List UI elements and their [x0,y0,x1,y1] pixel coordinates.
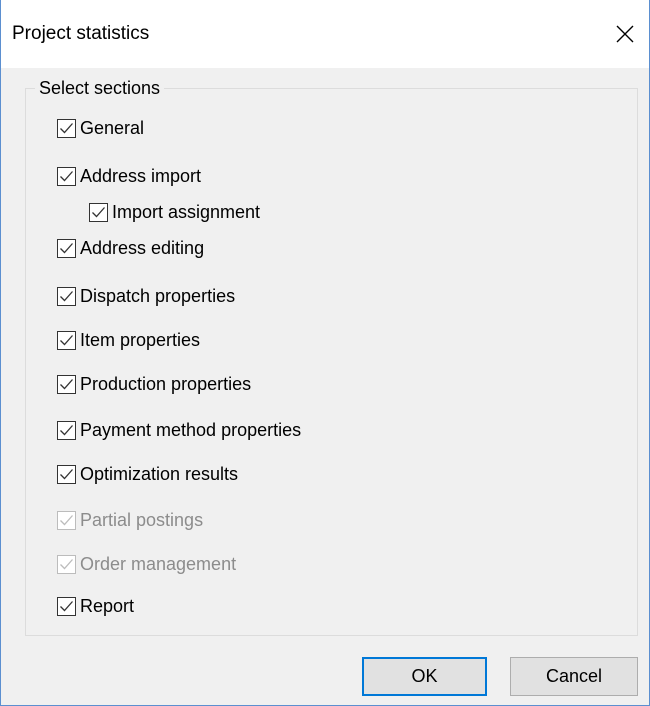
checkmark-icon [92,206,105,217]
checkbox-label: Payment method properties [80,420,302,440]
checkbox-box[interactable] [57,118,76,138]
checkbox-box[interactable] [57,238,76,258]
checkbox-box[interactable] [57,286,76,306]
checkmark-icon [60,242,73,253]
checkbox-import-assignment[interactable]: Import assignment [89,200,260,224]
ok-button[interactable]: OK [362,657,487,696]
checkbox-label: Report [80,596,135,616]
checkbox-box[interactable] [57,596,76,616]
checkmark-icon [60,122,73,133]
checkbox-label: Order management [80,554,237,574]
checkbox-address-editing[interactable]: Address editing [57,236,204,260]
close-button[interactable] [603,0,649,68]
checkbox-item-properties[interactable]: Item properties [57,328,200,352]
checkbox-label: Optimization results [80,464,239,484]
checkbox-label: Import assignment [112,202,261,222]
checkbox-box[interactable] [57,374,76,394]
checkmark-icon [60,558,73,569]
checkmark-icon [60,290,73,301]
checkbox-label: Address editing [80,238,205,258]
checkbox-report[interactable]: Report [57,594,134,618]
group-label: Select sections [35,76,165,100]
checkmark-icon [60,378,73,389]
checkbox-production-properties[interactable]: Production properties [57,372,251,396]
checkmark-icon [60,334,73,345]
checkbox-box[interactable] [57,420,76,440]
dialog-title: Project statistics [12,23,150,44]
checkbox-label: Production properties [80,374,252,394]
cancel-button[interactable]: Cancel [510,657,638,696]
checkmark-icon [60,600,73,611]
project-statistics-dialog: Project statistics Select sections Gener… [0,0,650,706]
checkbox-label: Partial postings [80,510,204,530]
checkbox-optimization-results[interactable]: Optimization results [57,462,238,486]
checkmark-icon [60,424,73,435]
checkbox-box[interactable] [57,464,76,484]
checkbox-label: Dispatch properties [80,286,236,306]
close-icon [616,25,634,43]
checkbox-general[interactable]: General [57,116,144,140]
checkbox-order-management: Order management [57,552,236,576]
checkbox-payment-method-properties[interactable]: Payment method properties [57,418,301,442]
checkbox-partial-postings: Partial postings [57,508,203,532]
checkbox-box[interactable] [57,166,76,186]
checkbox-address-import[interactable]: Address import [57,164,201,188]
checkbox-box [57,510,76,530]
checkbox-box[interactable] [89,202,108,222]
select-sections-group: Select sections General Address import I… [25,76,638,636]
checkmark-icon [60,514,73,525]
title-bar[interactable]: Project statistics [1,0,649,68]
checkbox-dispatch-properties[interactable]: Dispatch properties [57,284,235,308]
checkmark-icon [60,170,73,181]
checkbox-label: General [80,118,145,138]
checkbox-box[interactable] [57,330,76,350]
checkmark-icon [60,468,73,479]
checkbox-box [57,554,76,574]
checkbox-label: Address import [80,166,202,186]
checkbox-label: Item properties [80,330,201,350]
